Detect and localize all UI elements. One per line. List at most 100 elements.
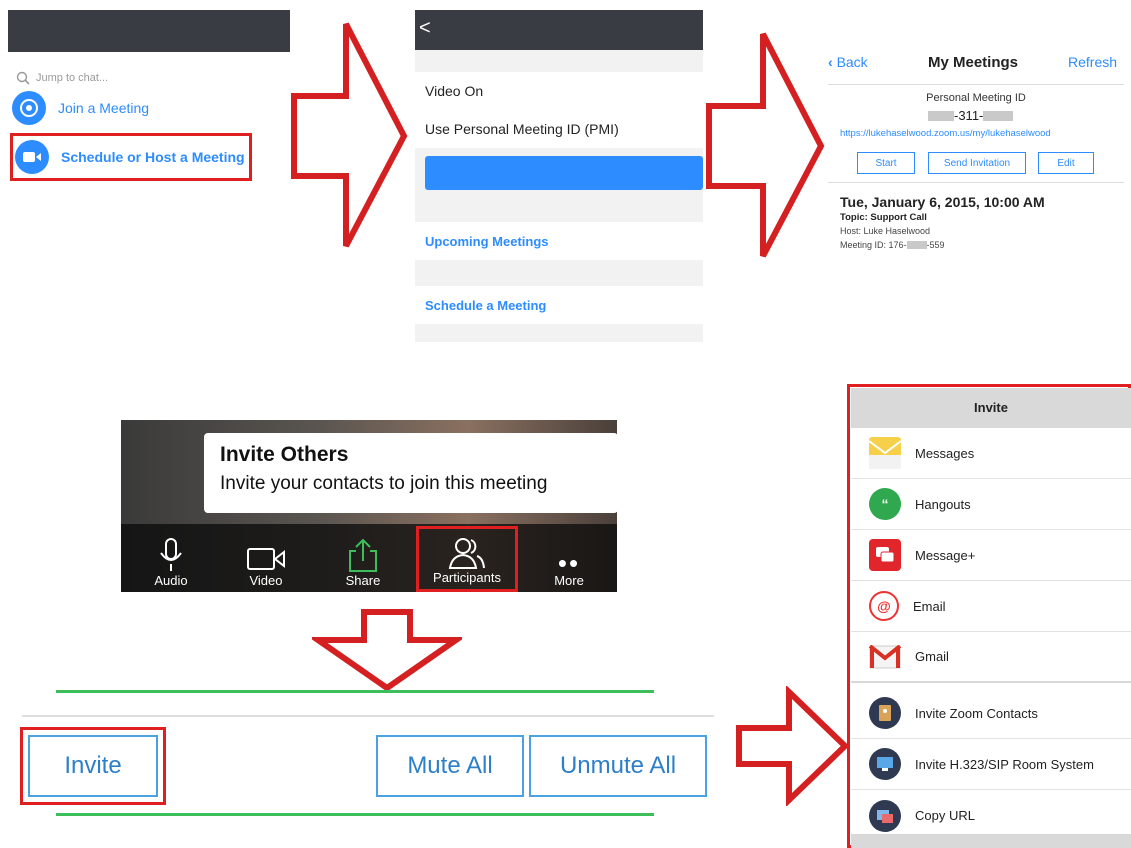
share-icon [349,538,377,572]
schedule-host-item[interactable]: Schedule or Host a Meeting [10,133,252,181]
invite-item-room-system[interactable]: Invite H.323/SIP Room System [851,739,1131,790]
arrow-right-3 [735,686,851,806]
meeting-topic: Topic: Support Call [840,212,927,223]
divider-green-bottom [56,813,654,816]
start-button[interactable]: Start [857,152,915,174]
invite-item-label: Email [913,598,946,614]
back-button[interactable]: ‹ Back [828,54,868,70]
messages-icon [869,437,901,469]
top-bar [8,10,290,52]
participants-label: Participants [433,570,501,585]
more-dots-icon: •• [557,548,581,578]
message-plus-icon [869,539,901,571]
meeting-id-prefix: Meeting ID: 176- [840,240,907,250]
divider [828,182,1124,183]
schedule-meeting-label: Schedule a Meeting [425,297,547,313]
tooltip-title: Invite Others [220,443,349,466]
refresh-button[interactable]: Refresh [1068,54,1117,70]
schedule-button[interactable] [425,156,703,190]
redacted-block [928,110,954,121]
tooltip-text: Invite your contacts to join this meetin… [220,473,548,494]
zoom-contacts-icon [869,697,901,729]
video-on-label: Video On [425,83,484,99]
participants-button[interactable]: Participants [416,526,518,592]
arrow-right-2 [705,28,825,260]
video-on-row[interactable]: Video On [415,72,703,110]
search-placeholder: Jump to chat... [36,72,109,84]
audio-label: Audio [154,573,188,588]
invite-item-messages[interactable]: Messages [851,428,1131,479]
join-meeting-icon [12,91,46,125]
arrow-down [312,608,462,692]
invite-item-email[interactable]: @ Email [851,581,1131,632]
gmail-icon [869,640,901,673]
upcoming-meetings-row[interactable]: Upcoming Meetings [415,222,703,260]
search-field[interactable]: Jump to chat... [16,68,276,88]
back-chevron-icon[interactable]: < [419,17,431,39]
schedule-settings-panel: < Video On Use Personal Meeting ID (PMI)… [415,10,703,342]
more-button[interactable]: •• More [539,524,599,592]
pmi-url-link[interactable]: https://lukehaselwood.zoom.us/my/lukehas… [840,128,1051,139]
invite-panel-title: Invite [851,388,1131,428]
meeting-toolbar: Audio Video Share Participants •• More [121,524,617,592]
redacted-block [983,110,1014,121]
copy-url-icon [869,799,901,832]
my-meetings-panel: ‹ Back My Meetings Refresh Personal Meet… [828,42,1124,272]
video-camera-icon [15,140,49,174]
divider-green-top [56,690,654,693]
unmute-all-button[interactable]: Unmute All [529,735,707,797]
invite-button[interactable]: Invite [28,735,158,797]
join-meeting-label: Join a Meeting [58,100,150,116]
chat-sidebar-panel: Jump to chat... Join a Meeting Schedule … [8,10,290,270]
room-system-icon [869,748,901,780]
use-pmi-label: Use Personal Meeting ID (PMI) [425,121,619,137]
meeting-date[interactable]: Tue, January 6, 2015, 10:00 AM [840,194,1045,210]
upcoming-meetings-label: Upcoming Meetings [425,233,549,249]
invite-item-label: Hangouts [915,496,971,512]
more-label: More [554,573,584,588]
join-meeting-item[interactable]: Join a Meeting [12,90,272,126]
microphone-icon [160,538,182,571]
invite-item-label: Message+ [915,547,976,563]
invite-panel: Invite Messages “ Hangouts Message+ @ Em… [851,388,1131,848]
invite-others-tooltip: Invite Others Invite your contacts to jo… [204,433,618,513]
send-invitation-button[interactable]: Send Invitation [928,152,1026,174]
invite-item-label: Invite H.323/SIP Room System [915,756,1094,772]
chevron-left-icon: ‹ [828,54,833,70]
mute-all-button[interactable]: Mute All [376,735,524,797]
share-button[interactable]: Share [333,524,393,592]
pmi-value: -311- [928,108,1014,123]
use-pmi-row[interactable]: Use Personal Meeting ID (PMI) [415,110,703,148]
panel-footer [851,834,1131,848]
participants-icon [448,538,485,569]
video-camera-icon [247,548,285,570]
edit-button[interactable]: Edit [1038,152,1094,174]
page-title: My Meetings [928,54,1019,71]
arrow-right-1 [290,18,408,250]
divider [828,84,1124,85]
email-icon: @ [869,591,899,621]
divider [22,715,714,717]
meeting-id-suffix: -559 [926,240,945,250]
schedule-meeting-row[interactable]: Schedule a Meeting [415,286,703,324]
nav-bar: < [415,10,703,50]
pmi-mid: -311- [954,108,984,123]
search-icon [16,71,30,85]
video-label: Video [249,573,283,588]
invite-item-gmail[interactable]: Gmail [851,632,1131,683]
video-button[interactable]: Video [236,524,296,592]
invite-item-message-plus[interactable]: Message+ [851,530,1131,581]
invite-item-label: Invite Zoom Contacts [915,705,1038,721]
back-label: Back [836,54,868,70]
invite-item-hangouts[interactable]: “ Hangouts [851,479,1131,530]
invite-item-zoom-contacts[interactable]: Invite Zoom Contacts [851,688,1131,739]
hangouts-icon: “ [869,488,901,520]
schedule-host-label: Schedule or Host a Meeting [61,149,245,165]
share-label: Share [345,573,381,588]
invite-item-label: Gmail [915,649,949,664]
invite-item-label: Copy URL [915,808,975,823]
invite-item-label: Messages [915,445,975,461]
pmi-label: Personal Meeting ID [926,92,1026,104]
meeting-id: Meeting ID: 176- -559 [840,240,945,250]
audio-button[interactable]: Audio [141,524,201,592]
